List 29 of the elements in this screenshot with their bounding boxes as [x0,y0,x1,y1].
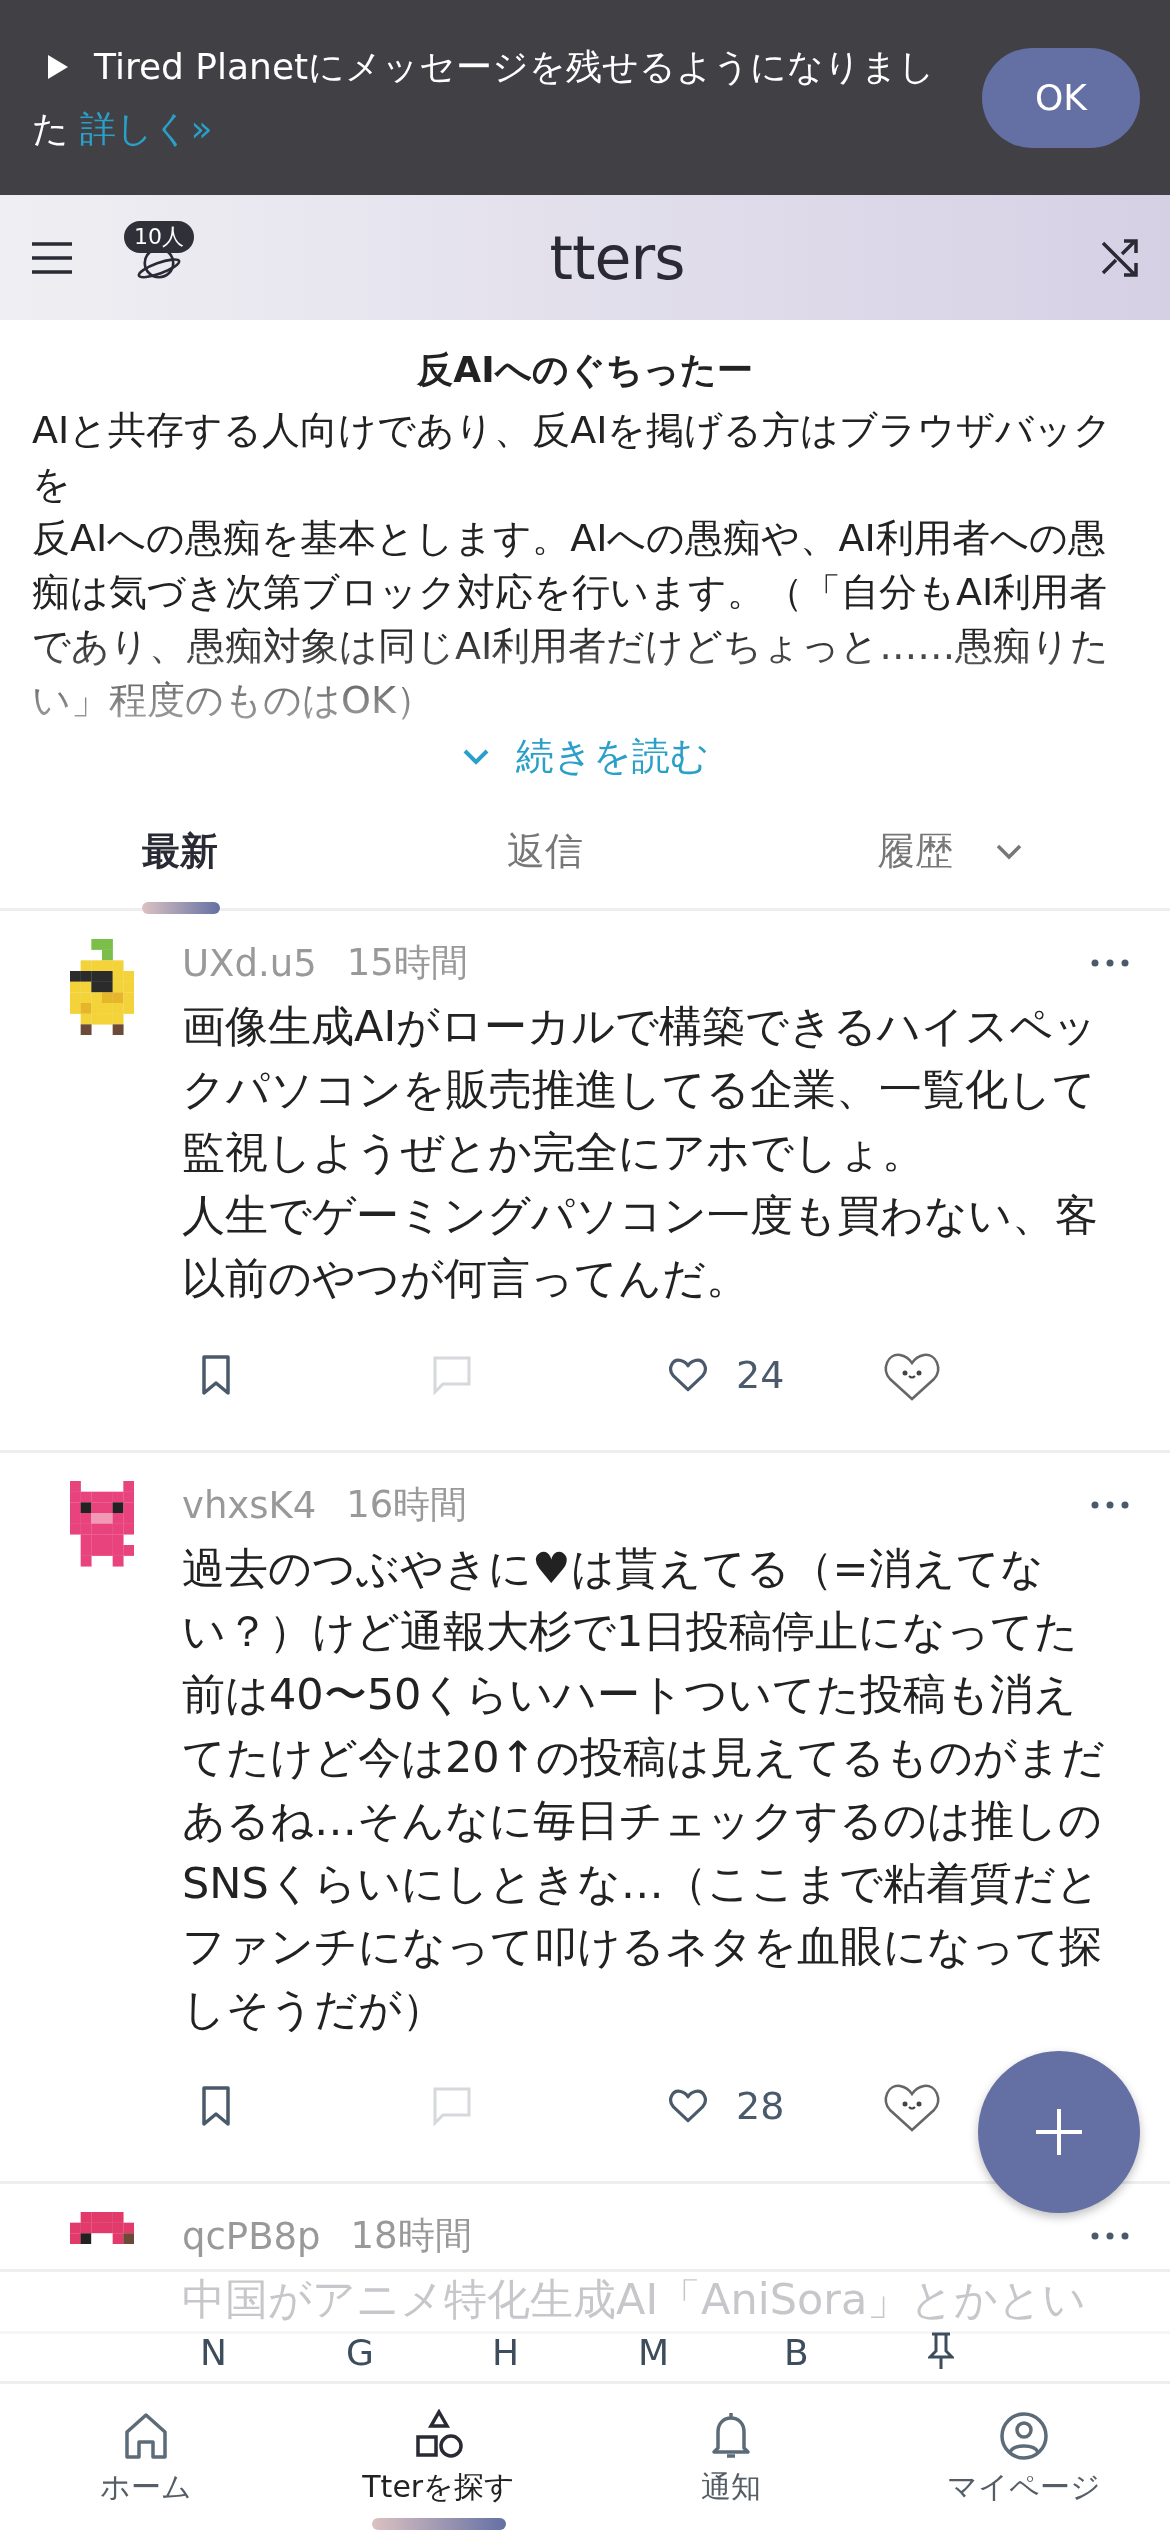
community-title: 反AIへのぐちったー [416,348,754,392]
post-time: 16時間 [346,1482,469,1528]
feed-tab[interactable]: 履歴 [877,826,1023,877]
jump-letter[interactable]: M [620,2335,766,2371]
post-time: 18時間 [350,2213,473,2259]
like-count: 28 [736,2084,785,2128]
nav-tab[interactable]: 通知 [701,2409,762,2508]
community-description: AIと共存する人向けであり、反AIを掲げる方はブラウザバックを [32,407,1114,508]
member-count-badge: 10人 [124,220,194,253]
ok-button[interactable]: OK [982,47,1140,148]
app-logo: tters [548,222,686,293]
jump-letter[interactable]: N [182,2335,328,2371]
jump-letter[interactable]: H [474,2335,620,2371]
post-text: 画像生成AIがローカルで構築できるハイスペックパソコンを販売推進してる企業、一覧化して監視しようぜとか完全にアホでしょ。 [182,1000,1099,1179]
post-text: 中国がアニメ特化生成AI「AniSora」とかとい [182,2273,1088,2326]
jump-letter[interactable]: G [328,2335,474,2371]
like-count: 24 [736,1353,785,1397]
nav-tab[interactable]: Tterを探す [362,2409,516,2508]
banner-message: Tired Planetにメッセージを残せるようになりました 詳しく» [32,44,937,151]
post-text: 人生でゲーミングパソコン一度も買わない、客以前のやつが何言ってんだ。 [182,1189,1099,1305]
details-link[interactable]: 詳しく» [80,107,213,149]
feed-tab[interactable]: 返信 [507,826,583,877]
nav-tab[interactable]: ホーム [100,2409,193,2508]
post-text: 過去のつぶやきに♥は貰えてる（=消えてない？）けど通報大杉で1日投稿停止になってた前は40〜50くらいハートついてた投稿も消えてたけど今は20↑の投稿は見えてるものがまだあるね…そんなに毎日チェックするのは推しのSNSくらいにしときな…（ここまで粘着質だとファンチになって叩けるネタを血眼になって探しそうだが） [182,1542,1106,2036]
feed-tab[interactable]: 最新 [142,826,218,877]
community-description: 反AIへの愚痴を基本とします。AIへの愚痴や、AI利用者への愚痴は気づき次第ブロック対応を行います。（「自分もAI利用者であり、愚痴対象は同じAI利用者だけどちょっと……愚痴りたい」程度のものはOK） [32,515,1111,724]
post-time: 15時間 [346,940,469,986]
jump-letter[interactable]: B [766,2335,912,2371]
nav-tab[interactable]: マイページ [946,2409,1101,2508]
